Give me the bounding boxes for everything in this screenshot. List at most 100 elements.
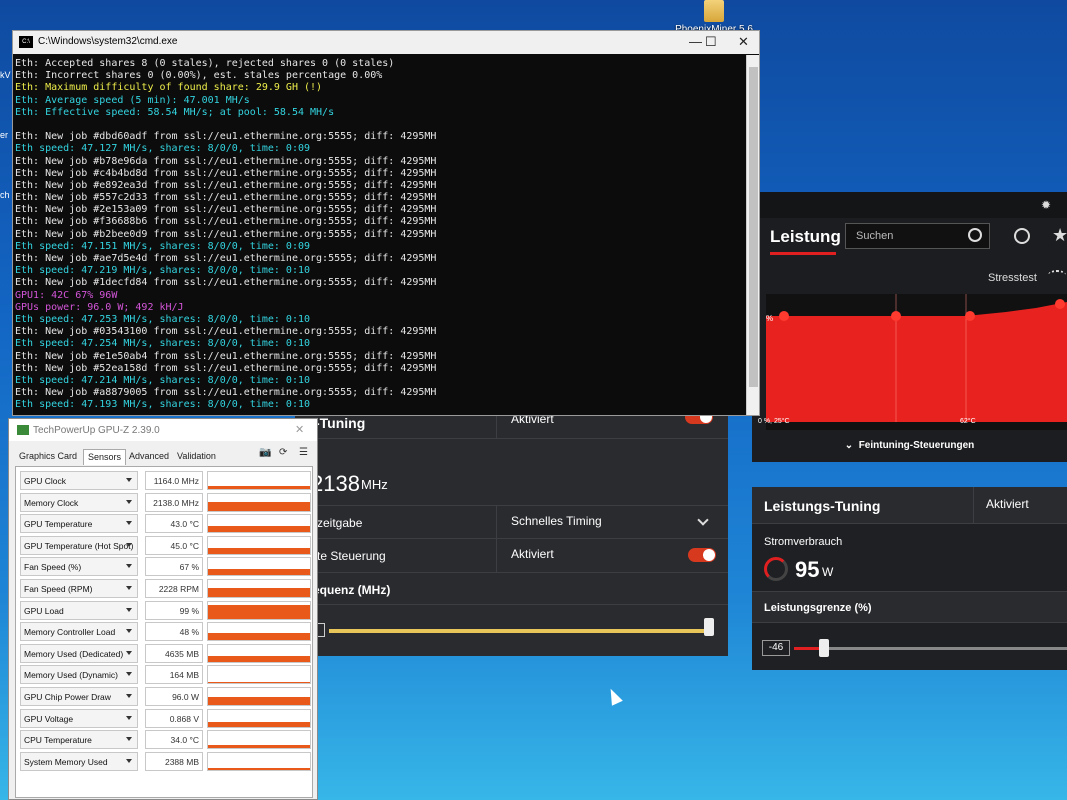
bug-icon[interactable]: ✹ [1041,198,1055,212]
console-line: Eth speed: 47.214 MH/s, shares: 8/0/0, t… [15,374,311,386]
power-limit-value[interactable]: -46 [762,640,790,656]
maximize-icon[interactable]: ☐ [705,34,717,50]
sensor-graph [207,579,311,598]
tab-sensors[interactable]: Sensors [83,449,127,465]
amd-performance-panel: ✹ Leistung Suchen ★ Stresstest % 0 %, 25… [752,192,1067,462]
sensor-graph [207,751,311,771]
chart-axis-left: 0 %, 25°C [758,418,790,425]
gpuz-titlebar[interactable]: TechPowerUp GPU-Z 2.39.0 ✕ [9,419,317,441]
memory-timing-select[interactable]: Schnelles Timing [496,506,616,538]
cmd-titlebar[interactable]: C:\ C:\Windows\system32\cmd.exe — ☐ ✕ [13,31,759,54]
console-line: Eth: Accepted shares 8 (0 stales), rejec… [15,58,395,69]
sensor-name[interactable]: GPU Temperature (Hot Spot) [20,535,138,555]
sensors-panel: GPU Clock 1164.0 MHz Memory Clock 2138.0 MH… [15,466,313,798]
dropdown-arrow-icon[interactable] [126,499,132,504]
dropdown-arrow-icon[interactable] [126,629,132,634]
cmd-scrollbar[interactable] [746,55,759,415]
refresh-icon[interactable]: ⟳ [279,447,287,458]
minimize-icon[interactable]: — [689,34,702,49]
dropdown-arrow-icon[interactable] [126,715,132,720]
console-line: Eth: New job #03543100 from ssl://eu1.et… [15,326,437,338]
tab-graphics-card[interactable]: Graphics Card [15,449,81,465]
sensor-graph-bar [208,547,310,554]
performance-tab-title[interactable]: Leistung [770,227,841,247]
sensor-row: CPU Temperature 34.0 °C [20,730,312,750]
dropdown-arrow-icon[interactable] [126,694,132,698]
sensor-graph [207,665,311,685]
sensor-name[interactable]: Fan Speed (RPM) [20,579,138,598]
camera-icon[interactable]: 📷 [259,447,271,458]
console-line: Eth: Average speed (5 min): 47.001 MH/s [15,94,250,106]
sensor-name[interactable]: CPU Temperature [20,730,138,750]
performance-chart [766,294,1067,430]
sensor-value: 2138.0 MHz [145,492,203,512]
close-icon[interactable]: ✕ [295,423,304,436]
console-line: Eth: New job #f36688b6 from ssl://eu1.et… [15,216,437,228]
star-icon[interactable]: ★ [1052,225,1067,246]
close-icon[interactable]: ✕ [738,34,749,50]
scrollbar-thumb[interactable] [749,67,758,387]
slider-handle[interactable] [819,639,829,657]
console-line: Eth: Effective speed: 58.54 MH/s; at poo… [15,106,335,118]
sensor-value: 96.0 W [145,687,203,706]
sensor-name[interactable]: GPU Load [20,600,138,620]
chevron-down-icon[interactable] [697,514,709,526]
sensor-row: GPU Voltage 0.868 V [20,708,312,728]
console-line: Eth speed: 47.254 MH/s, shares: 8/0/0, t… [15,338,311,350]
sensor-graph [207,514,311,534]
search-icon[interactable] [968,228,982,242]
slider-handle[interactable] [704,618,714,636]
globe-icon[interactable] [1014,228,1030,244]
fine-tuning-toggle[interactable]: ⌄ Feintuning-Steuerungen [752,432,1067,462]
stress-test-label[interactable]: Stresstest [988,272,1037,284]
chart-point [891,311,901,321]
max-frequency-slider[interactable] [329,629,705,633]
sensor-name[interactable]: GPU Voltage [20,708,138,728]
dropdown-arrow-icon[interactable] [126,672,132,677]
power-tuning-status[interactable]: Aktiviert [973,487,1041,524]
tab-advanced[interactable]: Advanced [125,449,173,465]
sensor-value: 164 MB [145,665,203,685]
amd-memory-tuning-panel: -Tuning Aktiviert 2138 MHz rzeitgabe Sch… [295,410,728,656]
sensor-name[interactable]: GPU Clock [20,471,138,490]
sensor-graph-bar [208,697,310,705]
dropdown-arrow-icon[interactable] [126,564,132,569]
dropdown-arrow-icon[interactable] [126,586,132,590]
menu-icon[interactable]: ☰ [299,447,308,458]
dropdown-arrow-icon[interactable] [126,542,132,547]
dropdown-arrow-icon[interactable] [126,758,132,763]
dropdown-arrow-icon[interactable] [126,478,132,482]
memory-tuning-title: -Tuning [315,415,366,431]
dropdown-arrow-icon[interactable] [126,521,132,526]
sensor-name[interactable]: GPU Temperature [20,514,138,534]
dropdown-arrow-icon[interactable] [126,650,132,655]
console-line: GPU1: 42C 67% 96W [15,289,118,301]
dropdown-arrow-icon[interactable] [126,607,132,612]
sensor-name[interactable]: Fan Speed (%) [20,557,138,577]
gauge-icon[interactable] [1048,270,1066,280]
power-limit-slider[interactable] [794,647,1067,650]
sensor-graph [207,622,311,642]
tab-validation[interactable]: Validation [173,449,220,465]
sensor-name[interactable]: Memory Controller Load [20,622,138,642]
sensor-name[interactable]: System Memory Used [20,751,138,771]
sensor-graph [207,687,311,706]
sensor-name[interactable]: Memory Clock [20,492,138,512]
sensor-row: Memory Controller Load 48 % [20,622,312,642]
sensor-graph [207,730,311,750]
sensor-row: GPU Temperature 43.0 °C [20,514,312,534]
sensor-name[interactable]: Memory Used (Dynamic) [20,665,138,685]
dropdown-arrow-icon[interactable] [126,737,132,742]
power-limit-label: Leistungsgrenze (%) [752,591,1067,623]
power-tuning-title: Leistungs-Tuning [764,498,881,514]
sensor-name[interactable]: GPU Chip Power Draw [20,687,138,706]
sensor-row: Memory Used (Dynamic) 164 MB [20,665,312,685]
gpuz-toolbar: 📷 ⟳ ☰ [259,447,315,461]
console-line: Eth speed: 47.193 MH/s, shares: 8/0/0, t… [15,399,311,411]
advanced-control-toggle[interactable] [688,548,716,562]
sensor-name[interactable]: Memory Used (Dedicated) [20,643,138,663]
console-line: Eth: New job #c4b4bd8d from ssl://eu1.et… [15,167,437,179]
cmd-output[interactable]: Eth: Accepted shares 8 (0 stales), rejec… [13,55,746,415]
console-line: Eth: New job #e892ea3d from ssl://eu1.et… [15,179,437,191]
console-line: Eth: New job #52ea158d from ssl://eu1.et… [15,362,437,374]
